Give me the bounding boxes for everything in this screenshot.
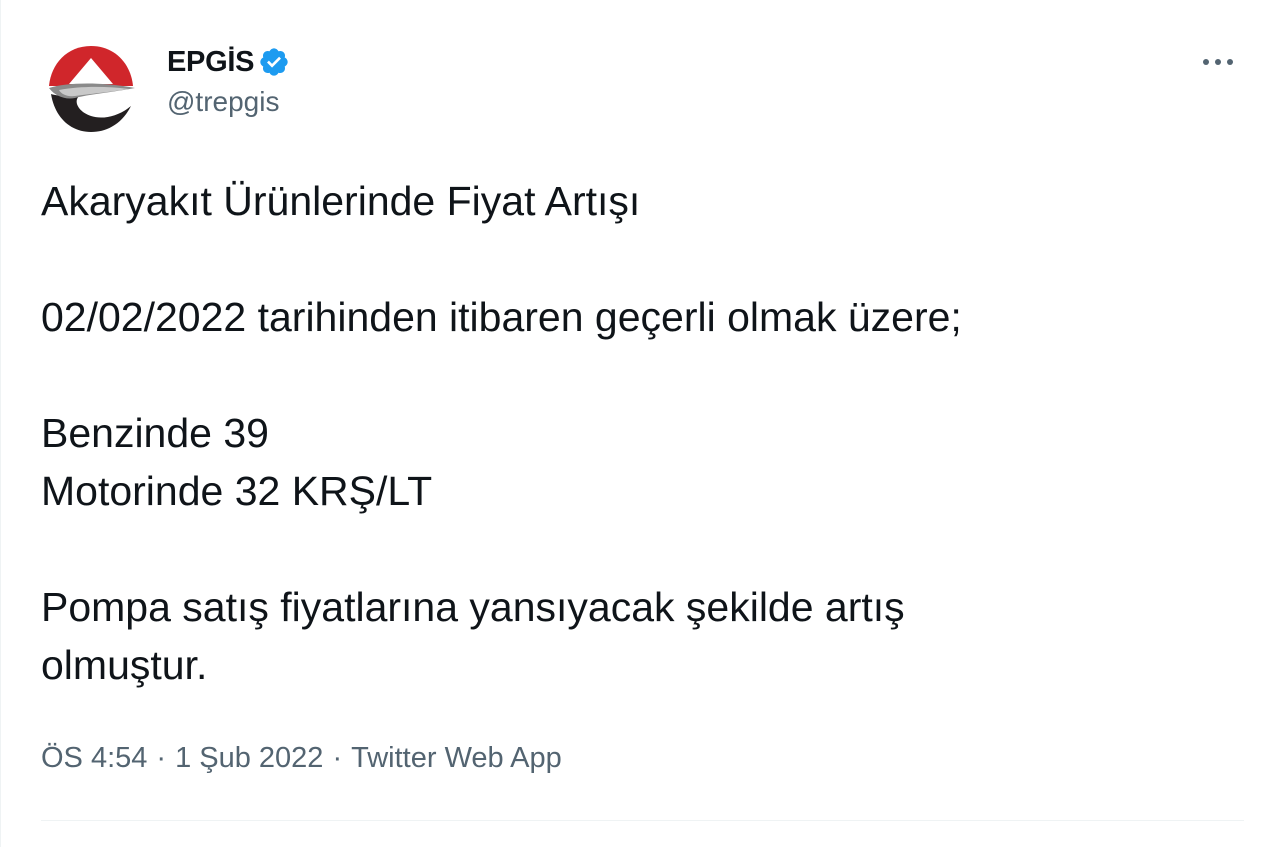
author-info: EPGİS @trepgis (167, 44, 290, 118)
tweet-line-gasoline: Benzinde 39 (41, 410, 269, 456)
tweet-line-title: Akaryakıt Ürünlerinde Fiyat Artışı (41, 178, 641, 224)
meta-separator: · (156, 742, 167, 774)
tweet-time-link[interactable]: ÖS 4:54 (41, 742, 147, 775)
tweet-text: Akaryakıt Ürünlerinde Fiyat Artışı 02/02… (41, 172, 1241, 694)
tweet-line-date: 02/02/2022 tarihinden itibaren geçerli o… (41, 294, 962, 340)
verified-badge-icon (258, 46, 290, 78)
epgis-logo-icon (45, 42, 137, 134)
tweet-source-link[interactable]: Twitter Web App (351, 742, 562, 775)
tweet-card: EPGİS @trepgis Akaryakıt Ürünlerinde Fiy… (0, 0, 1280, 847)
avatar[interactable] (45, 42, 137, 134)
display-name-row: EPGİS (167, 44, 290, 80)
tweet-line-pump-2: olmuştur. (41, 642, 208, 688)
more-options-icon (1203, 59, 1233, 65)
tweet-line-diesel: Motorinde 32 KRŞ/LT (41, 468, 433, 514)
meta-separator: · (332, 742, 343, 774)
tweet-meta: ÖS 4:54 · 1 Şub 2022 · Twitter Web App (41, 742, 562, 775)
author-handle[interactable]: @trepgis (167, 86, 290, 118)
tweet-line-pump-1: Pompa satış fiyatlarına yansıyacak şekil… (41, 584, 905, 630)
divider (41, 820, 1244, 821)
display-name[interactable]: EPGİS (167, 46, 254, 79)
more-options-button[interactable] (1198, 44, 1238, 80)
tweet-date-link[interactable]: 1 Şub 2022 (175, 742, 323, 775)
